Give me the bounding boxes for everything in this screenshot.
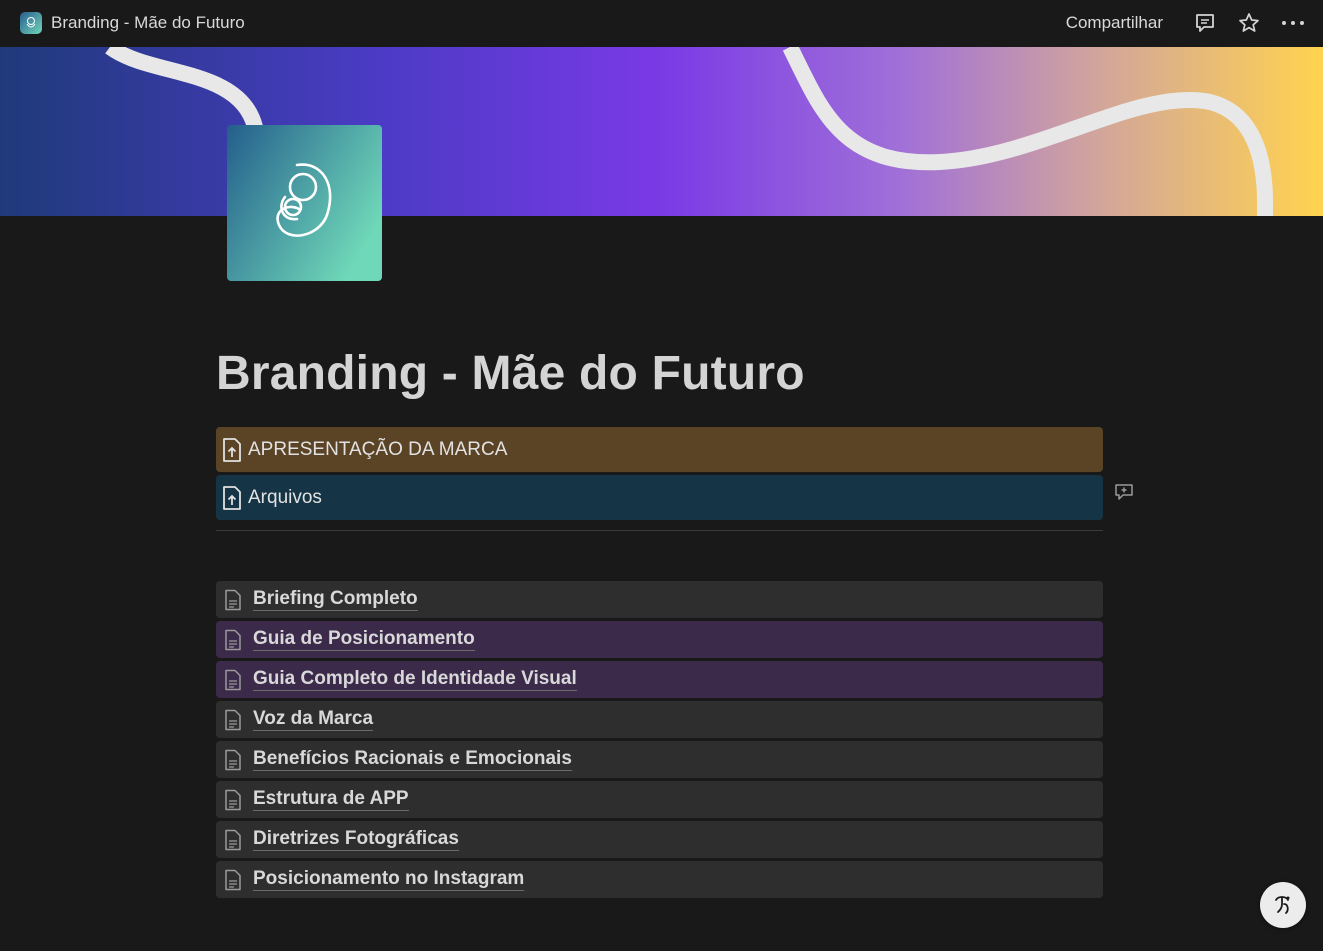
breadcrumb[interactable]: Branding - Mãe do Futuro (20, 8, 245, 38)
page-icon (224, 789, 242, 811)
breadcrumb-title: Branding - Mãe do Futuro (51, 13, 245, 32)
page-link-estrutura-app[interactable]: Estrutura de APP (216, 781, 1103, 818)
page-logo-icon[interactable] (227, 125, 382, 281)
mother-child-logo-icon (20, 12, 42, 34)
page-link-instagram[interactable]: Posicionamento no Instagram (216, 861, 1103, 898)
page-link-label: Voz da Marca (253, 708, 374, 731)
file-label: Arquivos (248, 486, 322, 508)
share-button[interactable]: Compartilhar (1066, 13, 1163, 33)
page-icon (224, 709, 242, 731)
cover-image[interactable] (0, 47, 1323, 216)
page-link-label: Diretrizes Fotográficas (253, 828, 459, 851)
file-label: APRESENTAÇÃO DA MARCA (248, 438, 508, 460)
page-icon (224, 829, 242, 851)
top-bar: Branding - Mãe do Futuro Compartilhar (0, 0, 1323, 46)
page-icon (224, 749, 242, 771)
page-icon (224, 869, 242, 891)
more-icon[interactable] (1281, 11, 1305, 35)
page-link-voz-marca[interactable]: Voz da Marca (216, 701, 1103, 738)
page-link-diretrizes-fotograficas[interactable]: Diretrizes Fotográficas (216, 821, 1103, 858)
top-actions: Compartilhar (1066, 11, 1315, 35)
file-upload-icon (221, 485, 243, 511)
page-link-label: Posicionamento no Instagram (253, 868, 525, 891)
file-upload-icon (221, 437, 243, 463)
file-block-arquivos[interactable]: Arquivos (216, 475, 1103, 520)
file-block-apresentacao[interactable]: APRESENTAÇÃO DA MARCA (216, 427, 1103, 472)
page-link-label: Benefícios Racionais e Emocionais (253, 748, 572, 771)
comment-icon[interactable] (1193, 11, 1217, 35)
page-title: Branding - Mãe do Futuro (216, 347, 805, 400)
page-link-guia-posicionamento[interactable]: Guia de Posicionamento (216, 621, 1103, 658)
page-link-label: Briefing Completo (253, 588, 418, 611)
page-icon (224, 589, 242, 611)
help-icon[interactable] (1260, 882, 1306, 928)
page-link-briefing[interactable]: Briefing Completo (216, 581, 1103, 618)
page-link-identidade-visual[interactable]: Guia Completo de Identidade Visual (216, 661, 1103, 698)
subpage-list: Briefing Completo Guia de Posicionamento… (216, 581, 1103, 901)
page-icon (224, 629, 242, 651)
divider (216, 530, 1103, 531)
star-icon[interactable] (1237, 11, 1261, 35)
page-link-beneficios[interactable]: Benefícios Racionais e Emocionais (216, 741, 1103, 778)
page-icon (224, 669, 242, 691)
page-link-label: Guia de Posicionamento (253, 628, 475, 651)
page-link-label: Guia Completo de Identidade Visual (253, 668, 577, 691)
page-link-label: Estrutura de APP (253, 788, 409, 811)
add-comment-icon[interactable] (1114, 483, 1134, 501)
